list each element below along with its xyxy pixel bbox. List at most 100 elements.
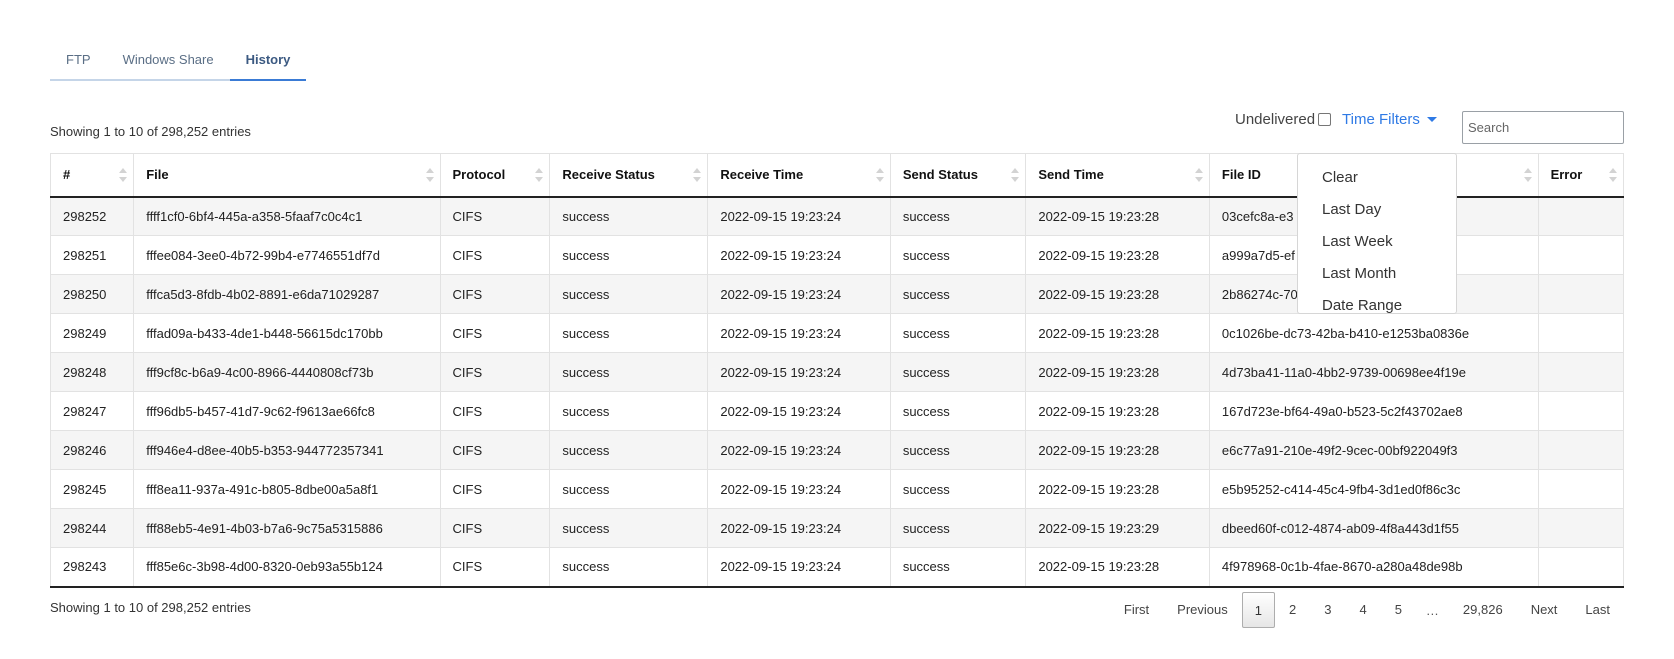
sort-icon: [119, 167, 128, 182]
sort-icon: [1523, 167, 1532, 182]
cell-file-id: 4f978968-0c1b-4fae-8670-a280a48de98b: [1208, 547, 1539, 588]
page-last-button[interactable]: Last: [1571, 592, 1624, 628]
cell-send-status: success: [889, 196, 1027, 236]
page-ellipsis: …: [1425, 602, 1439, 618]
cell-file-id: e6c77a91-210e-49f2-9cec-00bf922049f3: [1208, 430, 1539, 470]
header-col-protocol[interactable]: Protocol: [439, 153, 551, 198]
cell-send-status: success: [889, 547, 1027, 588]
cell-receive-status: success: [549, 391, 709, 431]
header-label: Receive Time: [720, 167, 804, 183]
cell-protocol: CIFS: [439, 391, 551, 431]
cell-error: [1537, 196, 1625, 236]
cell-send-status: success: [889, 508, 1027, 548]
entries-info-bottom: Showing 1 to 10 of 298,252 entries: [50, 600, 251, 615]
table-row[interactable]: 298243 fff85e6c-3b98-4d00-8320-0eb93a55b1…: [49, 547, 1625, 588]
cell-protocol: CIFS: [439, 352, 551, 392]
sort-icon: [1011, 167, 1020, 182]
cell-send-time: 2022-09-15 19:23:29: [1025, 508, 1210, 548]
cell-receive-status: success: [549, 274, 709, 314]
header-col-receive-time[interactable]: Receive Time: [707, 153, 891, 198]
cell-file: fff946e4-d8ee-40b5-b353-944772357341: [133, 430, 441, 470]
header-label: Protocol: [452, 167, 506, 183]
menu-item-clear[interactable]: Clear: [1298, 162, 1456, 194]
header-col-send-time[interactable]: Send Time: [1025, 153, 1210, 198]
table-row[interactable]: 298247 fff96db5-b457-41d7-9c62-f9613ae66f…: [49, 391, 1625, 431]
tab-history[interactable]: History: [229, 44, 307, 81]
page-button-4[interactable]: 4: [1345, 592, 1380, 628]
cell-protocol: CIFS: [439, 430, 551, 470]
tab-windows-share[interactable]: Windows Share: [106, 44, 230, 81]
page-button-1[interactable]: 1: [1241, 592, 1275, 628]
table-row[interactable]: 298248 fff9cf8c-b6a9-4c00-8966-4440808cf7…: [49, 352, 1625, 392]
page-first-button[interactable]: First: [1110, 592, 1163, 628]
cell-protocol: CIFS: [439, 313, 551, 353]
cell-protocol: CIFS: [439, 469, 551, 509]
cell-protocol: CIFS: [439, 235, 551, 275]
cell-send-status: success: [889, 274, 1027, 314]
page-button-5[interactable]: 5: [1381, 592, 1416, 628]
cell-error: [1537, 313, 1625, 353]
menu-item-last-day[interactable]: Last Day: [1298, 194, 1456, 226]
cell-file: fffca5d3-8fdb-4b02-8891-e6da71029287: [133, 274, 441, 314]
tab-bar: FTP Windows Share History: [50, 44, 307, 81]
undelivered-filter[interactable]: Undelivered: [1235, 111, 1332, 128]
cell-send-time: 2022-09-15 19:23:28: [1025, 274, 1210, 314]
table-row[interactable]: 298244 fff88eb5-4e91-4b03-b7a6-9c75a53158…: [49, 508, 1625, 548]
cell-error: [1537, 352, 1625, 392]
cell-file: ffff1cf0-6bf4-445a-a358-5faaf7c0c4c1: [133, 196, 441, 236]
cell-number: 298250: [49, 274, 135, 314]
header-col-number[interactable]: #: [49, 153, 135, 198]
cell-error: [1537, 508, 1625, 548]
cell-receive-status: success: [549, 352, 709, 392]
cell-send-time: 2022-09-15 19:23:28: [1025, 196, 1210, 236]
sort-icon: [1194, 167, 1203, 182]
table-row[interactable]: 298246 fff946e4-d8ee-40b5-b353-9447723573…: [49, 430, 1625, 470]
cell-send-time: 2022-09-15 19:23:28: [1025, 352, 1210, 392]
undelivered-checkbox[interactable]: [1318, 113, 1332, 126]
cell-file: fff85e6c-3b98-4d00-8320-0eb93a55b124: [133, 547, 441, 588]
time-filters-dropdown-toggle[interactable]: Time Filters: [1342, 111, 1437, 128]
time-filters-menu: Clear Last Day Last Week Last Month Date…: [1297, 153, 1457, 314]
sort-icon: [425, 167, 434, 182]
cell-file: fff9cf8c-b6a9-4c00-8966-4440808cf73b: [133, 352, 441, 392]
cell-number: 298251: [49, 235, 135, 275]
cell-receive-time: 2022-09-15 19:23:24: [707, 547, 891, 588]
pagination: First Previous 1 2 3 4 5 … 29,826 Next L…: [1110, 592, 1624, 628]
header-col-send-status[interactable]: Send Status: [889, 153, 1027, 198]
caret-down-icon: [1426, 117, 1437, 122]
cell-file-id: e5b95252-c414-45c4-9fb4-3d1ed0f86c3c: [1208, 469, 1539, 509]
menu-item-date-range[interactable]: Date Range: [1298, 290, 1456, 322]
menu-item-last-month[interactable]: Last Month: [1298, 258, 1456, 290]
page-next-button[interactable]: Next: [1517, 592, 1572, 628]
cell-receive-time: 2022-09-15 19:23:24: [707, 274, 891, 314]
table-row[interactable]: 298245 fff8ea11-937a-491c-b805-8dbe00a5a8…: [49, 469, 1625, 509]
cell-error: [1537, 274, 1625, 314]
cell-send-time: 2022-09-15 19:23:28: [1025, 430, 1210, 470]
page-button-3[interactable]: 3: [1310, 592, 1345, 628]
tab-ftp[interactable]: FTP: [50, 44, 107, 81]
cell-send-time: 2022-09-15 19:23:28: [1025, 547, 1210, 588]
header-col-error[interactable]: Error: [1537, 153, 1625, 198]
cell-file: fff8ea11-937a-491c-b805-8dbe00a5a8f1: [133, 469, 441, 509]
sort-icon: [535, 167, 544, 182]
cell-receive-status: success: [549, 508, 709, 548]
page-button-2[interactable]: 2: [1275, 592, 1310, 628]
cell-receive-time: 2022-09-15 19:23:24: [707, 352, 891, 392]
header-label: File: [146, 167, 169, 183]
header-col-file[interactable]: File: [133, 153, 441, 198]
cell-error: [1537, 469, 1625, 509]
sort-icon: [1609, 167, 1617, 182]
cell-number: 298246: [49, 430, 135, 470]
cell-protocol: CIFS: [439, 274, 551, 314]
page-previous-button[interactable]: Previous: [1163, 592, 1242, 628]
cell-error: [1537, 547, 1625, 588]
cell-receive-time: 2022-09-15 19:23:24: [707, 313, 891, 353]
cell-send-status: success: [889, 469, 1027, 509]
sort-icon: [693, 167, 702, 182]
page-button-last-number[interactable]: 29,826: [1449, 592, 1517, 628]
header-col-receive-status[interactable]: Receive Status: [549, 153, 709, 198]
search-input[interactable]: [1462, 111, 1624, 144]
cell-send-status: success: [889, 352, 1027, 392]
header-label: Error: [1550, 167, 1583, 183]
menu-item-last-week[interactable]: Last Week: [1298, 226, 1456, 258]
